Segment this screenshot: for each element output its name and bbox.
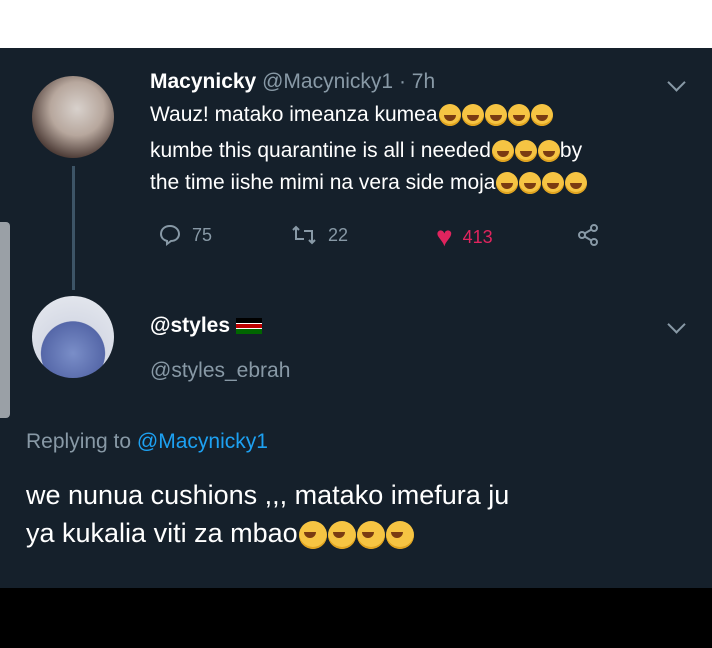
like-count: 413 bbox=[462, 226, 493, 247]
tweet-text-line: the time iishe mimi na vera side moja bbox=[150, 170, 588, 196]
top-bar bbox=[0, 0, 712, 48]
display-name[interactable]: @styles bbox=[150, 314, 262, 338]
tears-of-joy-emoji-icon bbox=[438, 104, 461, 127]
tears-of-joy-emoji-icon bbox=[461, 104, 484, 127]
tweet-text: by bbox=[559, 139, 583, 162]
retweet-count: 22 bbox=[328, 224, 349, 245]
replying-to: Replying to @Macynicky1 bbox=[26, 430, 268, 454]
tears-of-joy-emoji-icon bbox=[530, 104, 553, 127]
display-name-text: @styles bbox=[150, 314, 231, 337]
share-action[interactable] bbox=[576, 223, 600, 247]
handle[interactable]: @Macynicky1 bbox=[262, 70, 393, 93]
tweet-header: Macynicky @Macynicky1 · 7h bbox=[150, 70, 435, 94]
yum-emoji-icon bbox=[514, 140, 537, 163]
like-action[interactable]: ♥ 413 bbox=[436, 223, 493, 251]
display-name[interactable]: Macynicky bbox=[150, 70, 256, 93]
avatar[interactable] bbox=[32, 76, 114, 158]
tears-of-joy-emoji-icon bbox=[507, 104, 530, 127]
retweet-icon bbox=[292, 225, 316, 245]
handle[interactable]: @styles_ebrah bbox=[150, 359, 290, 383]
tweet-text: Wauz! matako imeanza kumea bbox=[150, 103, 438, 126]
replying-label: Replying to bbox=[26, 430, 132, 453]
grin-emoji-icon bbox=[496, 172, 519, 195]
tweet-text: the time iishe mimi na vera side moja bbox=[150, 171, 496, 194]
crying-emoji-icon bbox=[327, 520, 356, 549]
kenya-flag-icon bbox=[235, 318, 262, 335]
bottom-bar bbox=[0, 588, 712, 648]
reply-count: 75 bbox=[192, 224, 213, 245]
chevron-down-icon[interactable] bbox=[667, 315, 686, 334]
tweet-text: ya kukalia viti za mbao bbox=[26, 518, 298, 548]
grin-emoji-icon bbox=[519, 172, 542, 195]
chevron-down-icon[interactable] bbox=[667, 73, 686, 92]
yum-emoji-icon bbox=[491, 140, 514, 163]
share-icon bbox=[578, 224, 598, 246]
replying-to-link[interactable]: @Macynicky1 bbox=[137, 430, 268, 453]
unamused-emoji-icon bbox=[298, 520, 327, 549]
tweet-text: we nunua cushions ,,, matako imefura ju bbox=[26, 480, 510, 510]
tweet-text-line: ya kukalia viti za mbao bbox=[26, 514, 686, 552]
tweet-body: we nunua cushions ,,, matako imefura ju … bbox=[26, 476, 686, 552]
avatar[interactable] bbox=[32, 296, 114, 378]
grin-emoji-icon bbox=[565, 172, 588, 195]
tears-of-joy-emoji-icon bbox=[356, 520, 385, 549]
grin-emoji-icon bbox=[542, 172, 565, 195]
reply-action[interactable]: 75 bbox=[158, 223, 212, 247]
reply-icon bbox=[159, 224, 181, 246]
tweet-text-line: Wauz! matako imeanza kumea bbox=[150, 102, 553, 128]
tears-of-joy-emoji-icon bbox=[385, 520, 414, 549]
tweet-thread: Macynicky @Macynicky1 · 7h Wauz! matako … bbox=[10, 48, 712, 588]
yum-emoji-icon bbox=[537, 140, 560, 163]
tears-of-joy-emoji-icon bbox=[484, 104, 507, 127]
heart-icon: ♥ bbox=[436, 221, 453, 252]
side-handle[interactable] bbox=[0, 222, 10, 418]
retweet-action[interactable]: 22 bbox=[290, 223, 348, 247]
timestamp[interactable]: · 7h bbox=[399, 70, 435, 93]
tweet-text-line: kumbe this quarantine is all i needed by bbox=[150, 138, 582, 164]
thread-connector bbox=[72, 166, 75, 290]
tweet-text: kumbe this quarantine is all i needed bbox=[150, 139, 491, 162]
